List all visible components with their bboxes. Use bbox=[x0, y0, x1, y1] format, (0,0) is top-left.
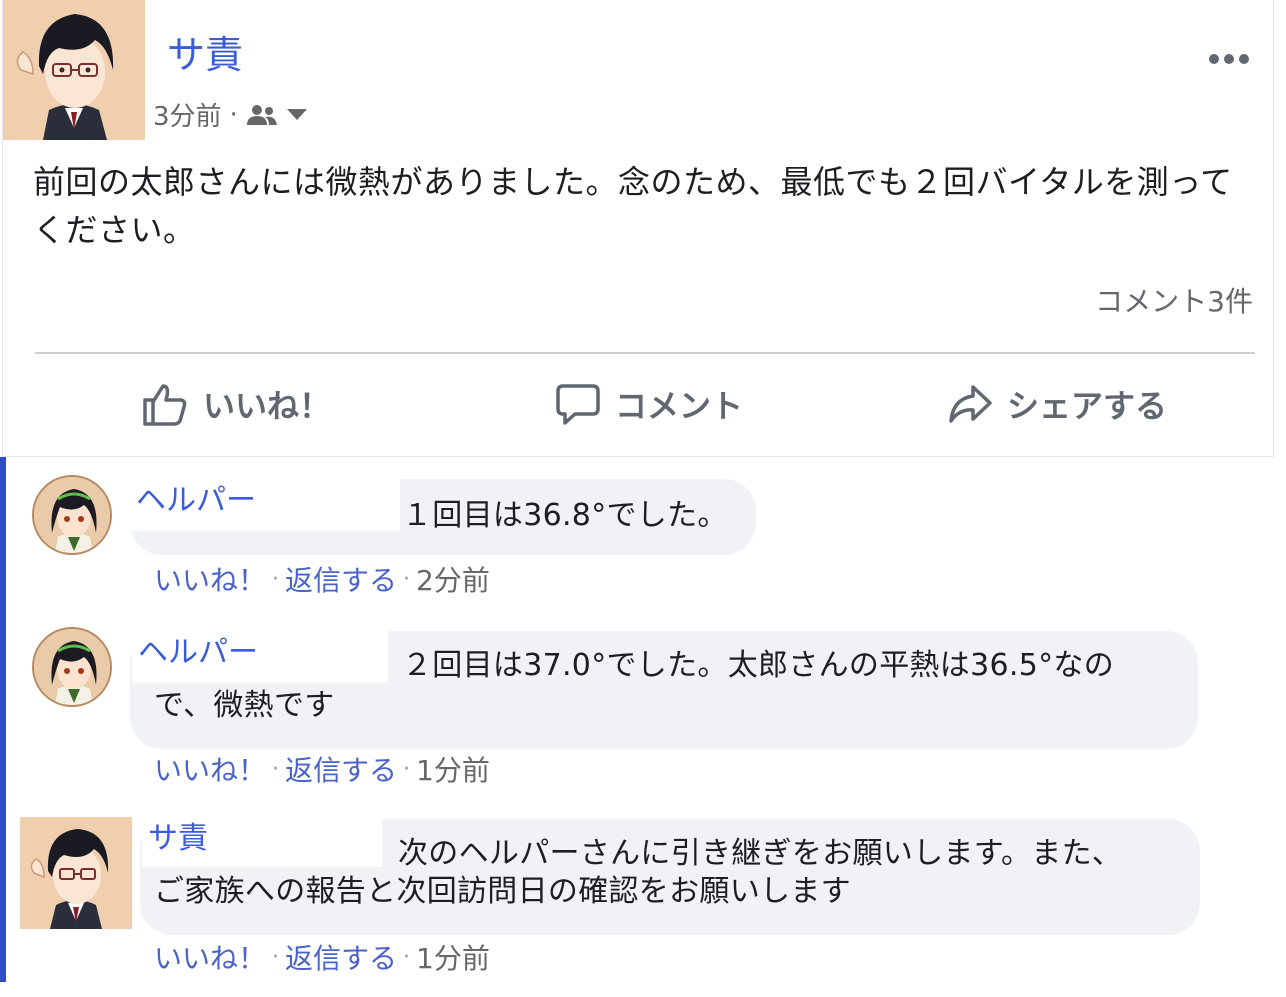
avatar-illustration bbox=[3, 0, 145, 140]
comment-label: コメント bbox=[615, 387, 744, 425]
meta-separator: · bbox=[229, 99, 238, 130]
share-button[interactable]: シェアする bbox=[947, 372, 1167, 436]
post-body-text: 前回の太郎さんには微熱がありました。念のため、最低でも２回バイタルを測ってくださ… bbox=[33, 163, 1233, 249]
comment-footer: いいね！ · 返信する · 1分前 bbox=[154, 749, 490, 789]
comment-text-line: 次のヘルパーさんに引き継ぎをお願いします。また、 bbox=[398, 836, 1123, 871]
comment-like-link[interactable]: いいね！ bbox=[154, 749, 266, 789]
footer-separator: · bbox=[272, 756, 280, 782]
commenter-name[interactable]: サ責 bbox=[142, 813, 382, 867]
comment-timestamp[interactable]: 2分前 bbox=[416, 559, 490, 599]
post-author-name[interactable]: サ責 bbox=[167, 24, 243, 79]
speech-bubble-icon bbox=[555, 381, 601, 427]
commenter-avatar[interactable] bbox=[32, 627, 112, 707]
commenter-avatar[interactable] bbox=[20, 817, 132, 929]
comment-reply-link[interactable]: 返信する bbox=[285, 559, 397, 599]
comment-text: ご家族への報告と次回訪問日の確認をお願いします bbox=[154, 873, 851, 911]
author-avatar[interactable] bbox=[3, 0, 145, 140]
helper-avatar-illustration bbox=[34, 629, 110, 705]
commenter-avatar[interactable] bbox=[32, 475, 112, 555]
comment-footer: いいね！ · 返信する · 2分前 bbox=[154, 559, 490, 599]
footer-separator: · bbox=[403, 944, 411, 970]
post-meta: 3分前 · bbox=[153, 96, 308, 133]
friends-icon[interactable] bbox=[246, 103, 278, 127]
thumbs-up-icon bbox=[141, 380, 189, 428]
footer-separator: · bbox=[403, 566, 411, 592]
comment-text-line: １回目は36.8°でした。 bbox=[402, 498, 728, 533]
footer-separator: · bbox=[272, 566, 280, 592]
like-button[interactable]: いいね！ bbox=[141, 372, 331, 436]
comment-timestamp[interactable]: 1分前 bbox=[416, 749, 490, 789]
comment-reply-link[interactable]: 返信する bbox=[285, 937, 397, 977]
comment-text-line: で、微熱です bbox=[154, 688, 335, 723]
comment-text-line: ２回目は37.0°でした。太郎さんの平熱は36.5°なの bbox=[402, 648, 1114, 683]
thread-indicator-bar bbox=[0, 457, 6, 982]
comment-text: ２回目は37.0°でした。太郎さんの平熱は36.5°なの bbox=[402, 647, 1114, 685]
post-timestamp[interactable]: 3分前 bbox=[153, 96, 222, 133]
commenter-name[interactable]: ヘルパー bbox=[130, 475, 400, 531]
comment-thread: ヘルパー １回目は36.8°でした。 いいね！ · 返信する · 2分前 ヘルパ… bbox=[0, 457, 1286, 997]
more-dots-icon[interactable] bbox=[1207, 44, 1251, 74]
caret-down-icon[interactable] bbox=[286, 108, 308, 122]
comment-timestamp[interactable]: 1分前 bbox=[416, 937, 490, 977]
manager-avatar-illustration bbox=[20, 817, 132, 929]
commenter-name[interactable]: ヘルパー bbox=[132, 627, 388, 683]
like-label: いいね！ bbox=[203, 387, 332, 425]
comment-like-link[interactable]: いいね！ bbox=[154, 559, 266, 599]
comment-reply-link[interactable]: 返信する bbox=[285, 749, 397, 789]
comment-text: １回目は36.8°でした。 bbox=[402, 497, 728, 535]
comment-like-link[interactable]: いいね！ bbox=[154, 937, 266, 977]
post-action-bar: いいね！ コメント シェアする bbox=[3, 372, 1273, 436]
post-card: サ責 3分前 · 前回の太郎さんには微熱がありました。念のため、最低でも２回バイ… bbox=[2, 0, 1274, 457]
comment-text-line: ご家族への報告と次回訪問日の確認をお願いします bbox=[154, 874, 851, 909]
comment-text: 次のヘルパーさんに引き継ぎをお願いします。また、 bbox=[398, 835, 1122, 873]
comment-text: で、微熱です bbox=[154, 687, 335, 725]
helper-avatar-illustration bbox=[34, 477, 110, 553]
comment-count-link[interactable]: コメント3件 bbox=[1095, 280, 1253, 320]
share-arrow-icon bbox=[947, 381, 993, 427]
footer-separator: · bbox=[272, 944, 280, 970]
divider bbox=[35, 352, 1255, 354]
comment-footer: いいね！ · 返信する · 1分前 bbox=[154, 937, 490, 977]
share-label: シェアする bbox=[1007, 387, 1168, 425]
footer-separator: · bbox=[403, 756, 411, 782]
comment-button[interactable]: コメント bbox=[555, 372, 743, 436]
